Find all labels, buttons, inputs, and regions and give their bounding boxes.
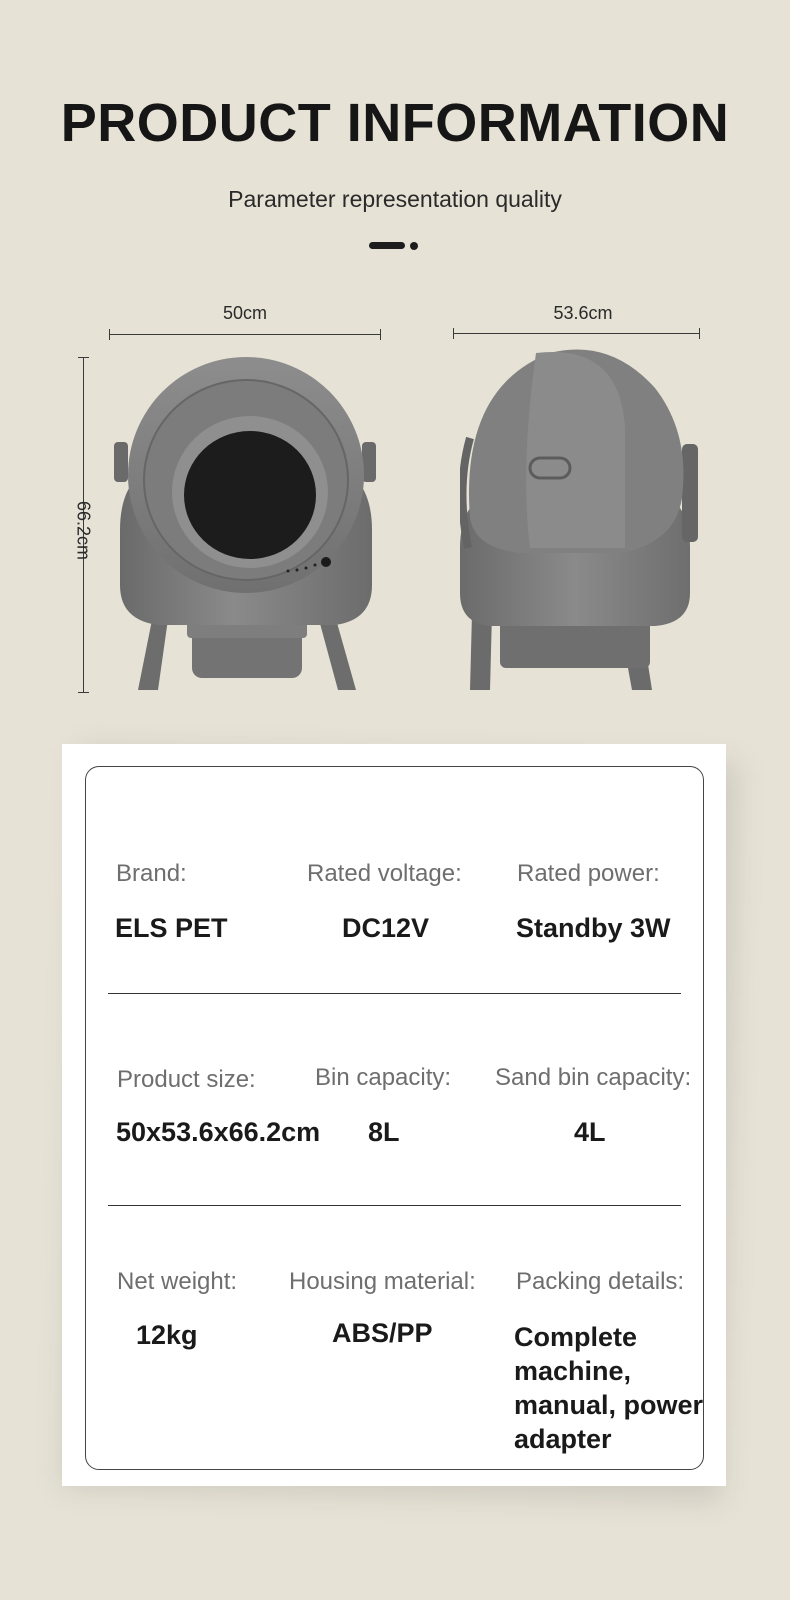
product-side-view [460,349,698,690]
packing-details-label: Packing details: [516,1268,685,1295]
sand-bin-capacity-label: Sand bin capacity: [495,1064,692,1091]
side-depth-line [453,328,700,339]
rated-voltage-value: DC12V [342,913,430,943]
housing-material-label: Housing material: [289,1268,476,1295]
row-divider [108,993,681,994]
row-divider [108,1205,681,1206]
bin-capacity-value: 8L [368,1117,400,1147]
sand-bin-capacity-value: 4L [574,1117,606,1147]
bin-capacity-label: Bin capacity: [315,1064,452,1091]
net-weight-value: 12kg [136,1320,198,1350]
page-subtitle: Parameter representation quality [228,186,562,212]
packing-details-value: Complete machine, manual, power adapter [514,1322,704,1454]
page-title: PRODUCT INFORMATION [60,93,730,153]
product-front-view [114,357,376,690]
height-label: 66.2cm [73,500,94,561]
rated-voltage-label: Rated voltage: [307,860,462,887]
brand-label: Brand: [116,860,187,887]
front-width-line [109,329,381,340]
divider-dot [410,242,418,250]
front-width-label: 50cm [222,303,267,323]
net-weight-label: Net weight: [117,1268,238,1295]
product-size-label: Product size: [117,1066,256,1093]
rated-power-value: Standby 3W [516,913,671,943]
housing-material-value: ABS/PP [332,1318,433,1348]
side-depth-label: 53.6cm [553,303,613,323]
brand-value: ELS PET [115,913,228,943]
divider-dash [369,242,405,249]
product-size-value: 50x53.6x66.2cm [116,1117,321,1147]
rated-power-label: Rated power: [517,860,660,887]
